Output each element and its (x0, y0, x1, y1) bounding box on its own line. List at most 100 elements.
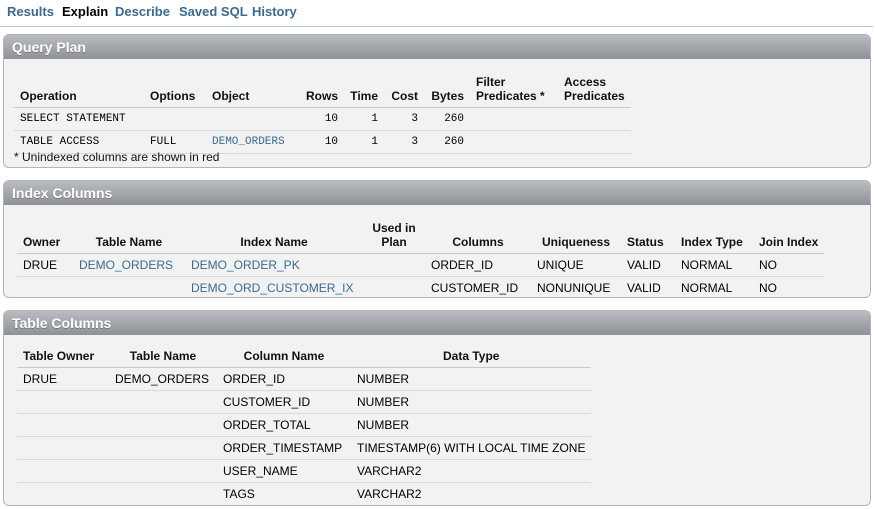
tc-table-name (109, 436, 217, 460)
tc-data-type: NUMBER (351, 390, 592, 414)
tc-owner (17, 482, 109, 505)
filter-label-line2: Predicates * (476, 89, 545, 103)
plan-bytes: 260 (424, 130, 471, 154)
tab-describe[interactable]: Describe (115, 4, 170, 19)
query-plan-title: Query Plan (4, 35, 870, 59)
col-columns: Columns (425, 213, 531, 254)
table-row: CUSTOMER_ID NUMBER (17, 390, 592, 414)
used-label-line2: Plan (381, 235, 407, 249)
index-used (363, 276, 425, 297)
tc-data-type: TIMESTAMP(6) WITH LOCAL TIME ZONE (351, 436, 592, 460)
col-rows: Rows (300, 67, 345, 108)
col-cost: Cost (384, 67, 425, 108)
plan-filter (470, 107, 559, 131)
access-label-line1: Access (564, 75, 607, 89)
table-row: TAGS VARCHAR2 (17, 482, 592, 505)
col-filter-predicates: Filter Predicates * (470, 67, 559, 108)
index-columns: ORDER_ID (425, 253, 531, 277)
tc-column-name: USER_NAME (217, 459, 351, 483)
table-row: DRUE DEMO_ORDERS DEMO_ORDER_PK ORDER_ID … (17, 253, 825, 277)
query-plan-table: Operation Options Object Rows Time Cost … (14, 67, 631, 154)
filter-label-line1: Filter (476, 75, 506, 89)
plan-filter (470, 130, 559, 154)
col-access-predicates: Access Predicates (558, 67, 631, 108)
index-used (363, 253, 425, 277)
tc-owner (17, 413, 109, 437)
tc-data-type: VARCHAR2 (351, 459, 592, 483)
col-owner: Owner (17, 213, 73, 254)
index-columns: CUSTOMER_ID (425, 276, 531, 297)
tc-table-name (109, 459, 217, 483)
tc-table-name (109, 390, 217, 414)
index-join: NO (753, 253, 825, 277)
table-row: SELECT STATEMENT 10 1 3 260 (14, 107, 631, 131)
plan-rows: 10 (300, 107, 345, 131)
query-plan-region: Query Plan Operation Options Object Rows… (3, 34, 871, 168)
table-row: ORDER_TOTAL NUMBER (17, 413, 592, 437)
col-index-type: Index Type (675, 213, 753, 254)
tab-bar: Results Explain Describe Saved SQL Histo… (0, 0, 873, 27)
index-uniqueness: UNIQUE (531, 253, 621, 277)
tc-owner (17, 390, 109, 414)
tc-table-name (109, 482, 217, 505)
plan-rows: 10 (300, 130, 345, 154)
tab-history[interactable]: History (252, 4, 297, 19)
index-table-name (73, 276, 185, 297)
tc-owner: DRUE (17, 367, 109, 391)
index-uniqueness: NONUNIQUE (531, 276, 621, 297)
plan-operation: SELECT STATEMENT (14, 107, 144, 131)
table-row: ORDER_TIMESTAMP TIMESTAMP(6) WITH LOCAL … (17, 436, 592, 460)
tc-data-type: NUMBER (351, 367, 592, 391)
tc-data-type: NUMBER (351, 413, 592, 437)
col-object: Object (206, 67, 300, 108)
table-row: DEMO_ORD_CUSTOMER_IX CUSTOMER_ID NONUNIQ… (17, 276, 825, 297)
table-columns-title: Table Columns (4, 311, 870, 335)
col-operation: Operation (14, 67, 144, 108)
tc-column-name: ORDER_TIMESTAMP (217, 436, 351, 460)
table-row: DRUE DEMO_ORDERS ORDER_ID NUMBER (17, 367, 592, 391)
col-data-type: Data Type (351, 343, 592, 368)
plan-cost: 3 (384, 130, 425, 154)
col-table-name: Table Name (73, 213, 185, 254)
plan-access (558, 130, 631, 154)
tc-owner (17, 459, 109, 483)
col-time: Time (344, 67, 385, 108)
plan-time: 1 (344, 130, 385, 154)
index-type: NORMAL (675, 276, 753, 297)
tc-column-name: TAGS (217, 482, 351, 505)
index-columns-region: Index Columns Owner Table Name Index Nam… (3, 180, 871, 298)
index-status: VALID (621, 276, 675, 297)
tab-saved-sql[interactable]: Saved SQL (179, 4, 248, 19)
index-table-name-link[interactable]: DEMO_ORDERS (73, 253, 185, 277)
tc-column-name: ORDER_ID (217, 367, 351, 391)
col-status: Status (621, 213, 675, 254)
index-owner: DRUE (17, 253, 73, 277)
index-columns-table: Owner Table Name Index Name Used in Plan … (17, 213, 825, 297)
tc-column-name: CUSTOMER_ID (217, 390, 351, 414)
access-label-line2: Predicates (564, 89, 625, 103)
plan-access (558, 107, 631, 131)
tc-owner (17, 436, 109, 460)
col-column-name: Column Name (217, 343, 351, 368)
plan-bytes: 260 (424, 107, 471, 131)
table-columns-table: Table Owner Table Name Column Name Data … (17, 343, 592, 505)
plan-options (144, 107, 206, 131)
tc-table-name: DEMO_ORDERS (109, 367, 217, 391)
col-uniqueness: Uniqueness (531, 213, 621, 254)
index-name-link[interactable]: DEMO_ORDER_PK (185, 253, 363, 277)
col-table-owner: Table Owner (17, 343, 109, 368)
tab-explain[interactable]: Explain (62, 4, 108, 19)
index-name-link[interactable]: DEMO_ORD_CUSTOMER_IX (185, 276, 363, 297)
index-owner (17, 276, 73, 297)
plan-object-link[interactable]: DEMO_ORDERS (206, 130, 300, 154)
unindexed-note: * Unindexed columns are shown in red (14, 150, 220, 164)
tab-results[interactable]: Results (7, 4, 54, 19)
col-index-name: Index Name (185, 213, 363, 254)
used-label-line1: Used in (372, 221, 416, 235)
plan-object (206, 107, 300, 131)
index-join: NO (753, 276, 825, 297)
index-type: NORMAL (675, 253, 753, 277)
col-options: Options (144, 67, 206, 108)
plan-cost: 3 (384, 107, 425, 131)
index-status: VALID (621, 253, 675, 277)
